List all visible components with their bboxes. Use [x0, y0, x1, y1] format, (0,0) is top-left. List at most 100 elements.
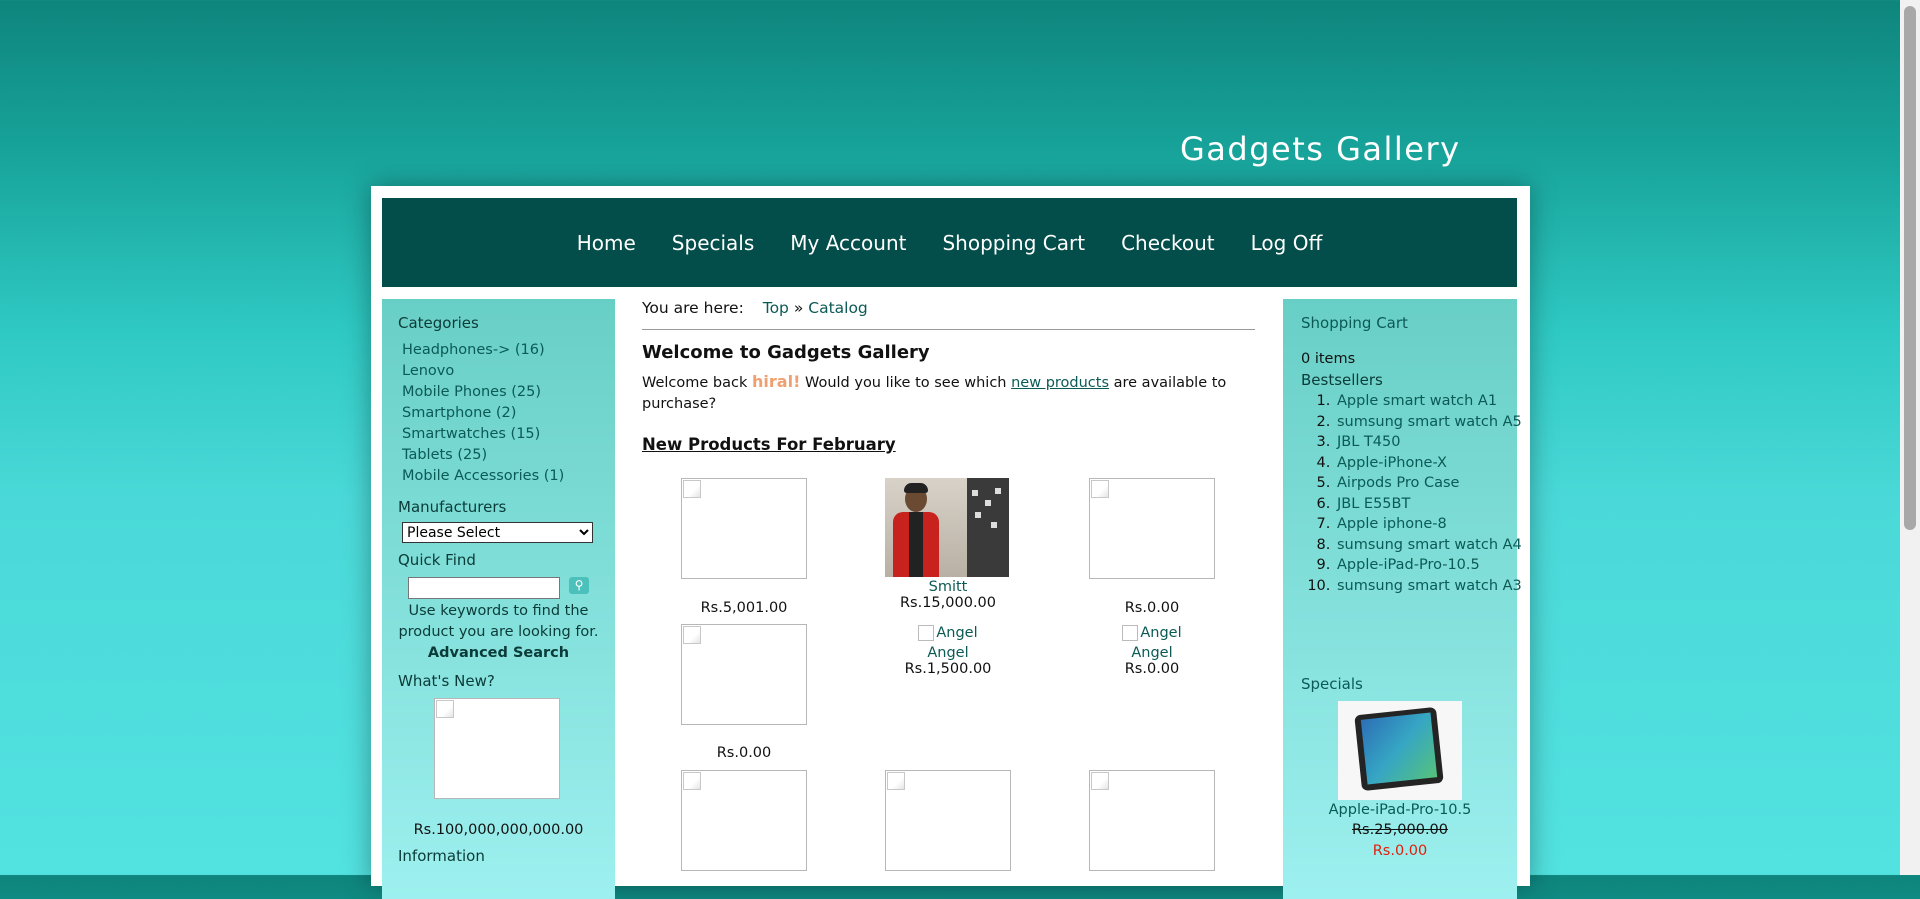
bestseller-link[interactable]: Apple-iPhone-X: [1337, 455, 1447, 471]
product-image-smitt[interactable]: [885, 478, 1009, 577]
product-image[interactable]: [681, 478, 807, 579]
greet-middle: Would you like to see which: [804, 375, 1007, 391]
window-scrollbar[interactable]: [1900, 0, 1920, 875]
manufacturers-select[interactable]: Please Select: [402, 522, 593, 543]
bestseller-link[interactable]: sumsung smart watch A5: [1337, 414, 1522, 430]
main-nav: Home Specials My Account Shopping Cart C…: [382, 198, 1517, 287]
category-lenovo[interactable]: Lenovo: [402, 363, 454, 379]
product-image-alt: Angel: [1140, 625, 1182, 641]
product-image-alt: Angel: [936, 625, 978, 641]
nav-checkout[interactable]: Checkout: [1121, 231, 1215, 255]
whats-new-price: Rs.100,000,000,000.00: [413, 822, 584, 838]
whats-new-image[interactable]: [434, 698, 560, 799]
product-image[interactable]: [885, 770, 1011, 871]
nav-log-off[interactable]: Log Off: [1251, 231, 1323, 255]
product-image[interactable]: [681, 624, 807, 725]
site-title: Gadgets Gallery: [1180, 130, 1461, 168]
product-cell: Angel Angel Rs.0.00: [1050, 625, 1254, 677]
product-price: Rs.5,001.00: [700, 600, 788, 616]
product-name[interactable]: Smitt: [846, 579, 1050, 595]
list-item: sumsung smart watch A3: [1335, 576, 1540, 597]
information-title: Information: [398, 847, 485, 865]
bestseller-link[interactable]: Apple-iPad-Pro-10.5: [1337, 557, 1480, 573]
category-mobile-accessories[interactable]: Mobile Accessories (1): [402, 468, 564, 484]
breadcrumb-top[interactable]: Top: [763, 299, 789, 317]
product-price: Rs.15,000.00: [899, 595, 997, 611]
quick-find-title: Quick Find: [398, 551, 476, 569]
product-cell: Smitt Rs.15,000.00: [846, 579, 1050, 611]
product-price: Rs.0.00: [716, 745, 772, 761]
right-column: Shopping Cart 0 items Bestsellers Apple …: [1283, 299, 1522, 899]
list-item: JBL T450: [1335, 432, 1540, 453]
product-price: Rs.1,500.00: [904, 661, 992, 677]
product-price: Rs.0.00: [1124, 600, 1180, 616]
bestseller-link[interactable]: Apple smart watch A1: [1337, 393, 1497, 409]
category-tablets[interactable]: Tablets (25): [402, 447, 487, 463]
list-item: Apple smart watch A1: [1335, 391, 1540, 412]
broken-image-icon[interactable]: Angel: [918, 625, 978, 641]
nav-specials[interactable]: Specials: [672, 231, 754, 255]
nav-shopping-cart[interactable]: Shopping Cart: [942, 231, 1085, 255]
product-cell: Rs.5,001.00: [642, 600, 846, 616]
greet-username: hiral!: [752, 372, 801, 391]
special-old-price: Rs.25,000.00: [1351, 822, 1449, 838]
page-container: Home Specials My Account Shopping Cart C…: [371, 186, 1530, 899]
product-image[interactable]: [1089, 478, 1215, 579]
page-title: Welcome to Gadgets Gallery: [642, 342, 930, 363]
advanced-search-link[interactable]: Advanced Search: [428, 645, 569, 661]
category-smartphone[interactable]: Smartphone (2): [402, 405, 516, 421]
search-icon[interactable]: ⚲: [569, 577, 589, 594]
greet-before: Welcome back: [642, 375, 748, 391]
categories-list: Headphones-> (16) Lenovo Mobile Phones (…: [402, 340, 564, 487]
main-content: You are here: Top » Catalog Welcome to G…: [642, 299, 1258, 871]
categories-title: Categories: [398, 314, 479, 332]
special-new-price: Rs.0.00: [1372, 843, 1428, 859]
breadcrumb: You are here: Top » Catalog: [642, 299, 1255, 330]
special-product-name[interactable]: Apple-iPad-Pro-10.5: [1283, 802, 1517, 818]
product-name[interactable]: Angel: [1050, 645, 1254, 661]
quick-find-help: Use keywords to find the product you are…: [382, 601, 615, 664]
product-name[interactable]: Angel: [846, 645, 1050, 661]
bestseller-link[interactable]: JBL T450: [1337, 434, 1400, 450]
nav-my-account[interactable]: My Account: [790, 231, 906, 255]
bestseller-link[interactable]: JBL E55BT: [1337, 496, 1410, 512]
bestseller-link[interactable]: Airpods Pro Case: [1337, 475, 1459, 491]
quick-find-help-text: Use keywords to find the product you are…: [398, 603, 599, 640]
category-smartwatches[interactable]: Smartwatches (15): [402, 426, 540, 442]
breadcrumb-catalog[interactable]: Catalog: [808, 299, 868, 317]
category-headphones[interactable]: Headphones-> (16): [402, 342, 545, 358]
bestseller-link[interactable]: Apple iphone-8: [1337, 516, 1447, 532]
list-item: Apple iphone-8: [1335, 514, 1540, 535]
specials-title[interactable]: Specials: [1301, 675, 1363, 693]
nav-home[interactable]: Home: [577, 231, 636, 255]
new-products-link[interactable]: new products: [1011, 375, 1109, 391]
bestsellers-list: Apple smart watch A1 sumsung smart watch…: [1283, 391, 1540, 596]
product-image[interactable]: [681, 770, 807, 871]
left-column: Categories Headphones-> (16) Lenovo Mobi…: [382, 299, 615, 899]
list-item: sumsung smart watch A5: [1335, 412, 1540, 433]
scrollbar-thumb[interactable]: [1904, 6, 1916, 530]
list-item: sumsung smart watch A4: [1335, 535, 1540, 556]
quick-find-input[interactable]: [408, 577, 560, 599]
breadcrumb-label: You are here:: [642, 299, 744, 317]
shopping-cart-title[interactable]: Shopping Cart: [1301, 314, 1408, 332]
manufacturers-title: Manufacturers: [398, 498, 507, 516]
bestsellers-title: Bestsellers: [1301, 371, 1383, 389]
product-image[interactable]: [1089, 770, 1215, 871]
welcome-message: Welcome back hiral! Would you like to se…: [642, 371, 1258, 415]
bestseller-link[interactable]: sumsung smart watch A3: [1337, 578, 1522, 594]
product-cell: Angel Angel Rs.1,500.00: [846, 625, 1050, 677]
broken-image-icon[interactable]: Angel: [1122, 625, 1182, 641]
new-products-title: New Products For February: [642, 435, 896, 454]
breadcrumb-separator: »: [793, 299, 804, 317]
list-item: Apple-iPhone-X: [1335, 453, 1540, 474]
special-product-image[interactable]: [1338, 701, 1462, 800]
product-cell: Rs.0.00: [1050, 600, 1254, 616]
product-cell: Rs.0.00: [642, 745, 846, 761]
cart-item-count: 0 items: [1301, 351, 1356, 367]
list-item: Airpods Pro Case: [1335, 473, 1540, 494]
list-item: Apple-iPad-Pro-10.5: [1335, 555, 1540, 576]
category-mobile-phones[interactable]: Mobile Phones (25): [402, 384, 541, 400]
whats-new-title[interactable]: What's New?: [398, 672, 495, 690]
bestseller-link[interactable]: sumsung smart watch A4: [1337, 537, 1522, 553]
